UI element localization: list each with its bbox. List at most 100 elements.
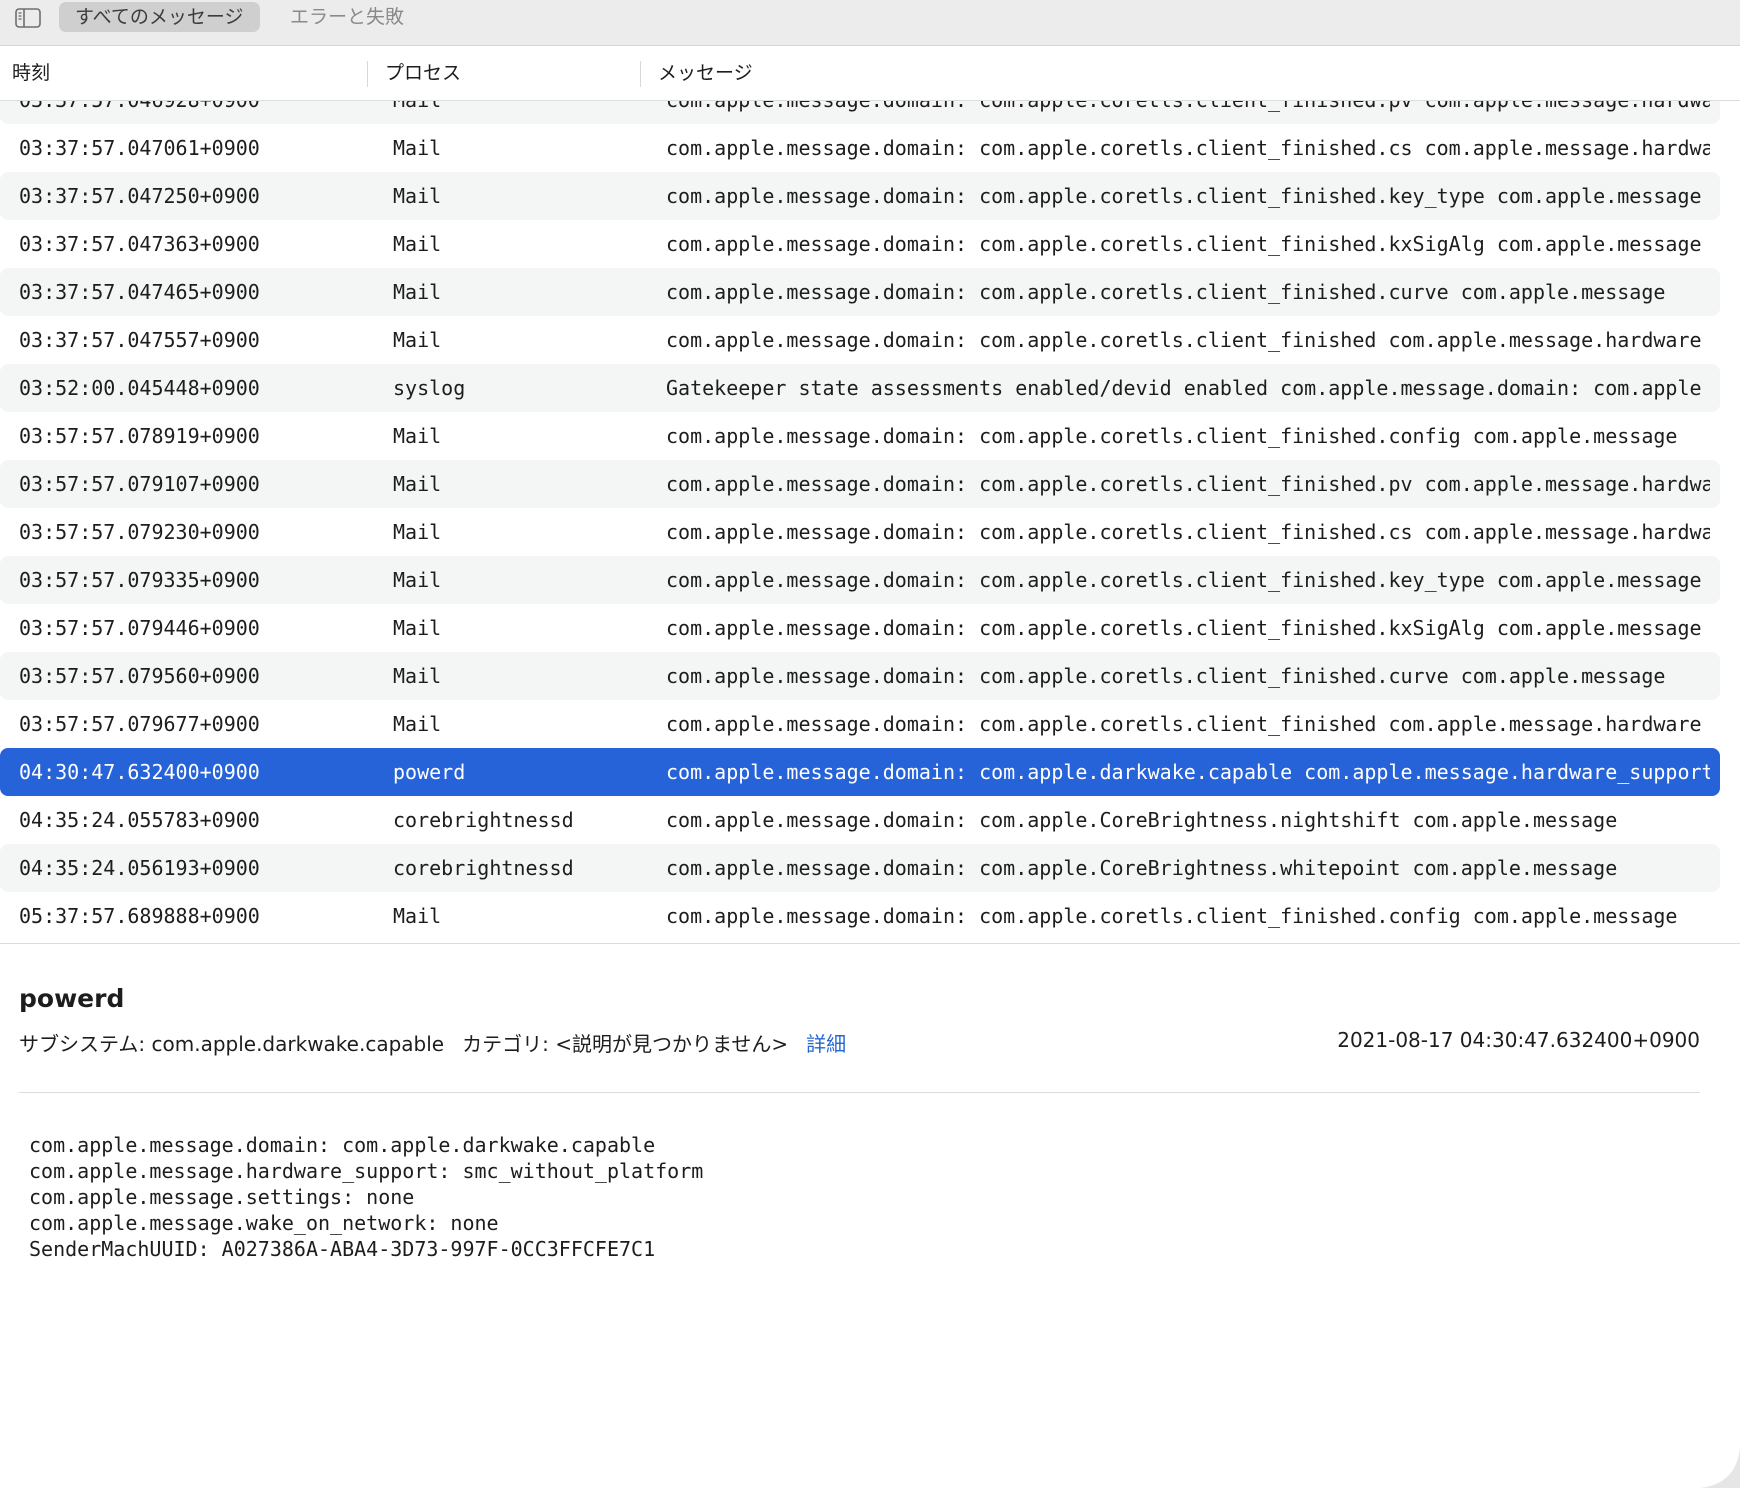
- detail-category: カテゴリ: <説明が見つかりません>: [462, 1032, 789, 1056]
- console-window: すべてのメッセージ エラーと失敗 時刻 プロセス メッセージ 03:37:57.…: [0, 0, 1740, 1488]
- row-message: com.apple.message.domain: com.apple.Core…: [666, 808, 1618, 832]
- row-process: Mail: [393, 472, 442, 496]
- row-message: com.apple.message.domain: com.apple.core…: [666, 664, 1666, 688]
- row-process: Mail: [393, 712, 442, 736]
- table-row[interactable]: 03:57:57.078919+0900 Mail com.apple.messag…: [0, 412, 1720, 460]
- detail-body-line: SenderMachUUID: A027386A-ABA4-3D73-997F-…: [29, 1237, 656, 1261]
- table-row[interactable]: 05:37:57.689888+0900 Mail com.apple.messag…: [0, 892, 1720, 940]
- column-header-time[interactable]: 時刻: [12, 47, 50, 100]
- row-time: 03:37:57.046928+0900: [19, 101, 369, 124]
- detail-body-line: com.apple.message.wake_on_network: none: [29, 1211, 499, 1235]
- table-row[interactable]: 03:57:57.079107+0900 Mail com.apple.messag…: [0, 460, 1720, 508]
- row-message: com.apple.message.domain: com.apple.core…: [666, 232, 1702, 256]
- row-time: 04:35:24.056193+0900: [19, 856, 260, 880]
- row-time: 04:30:47.632400+0900: [19, 760, 260, 784]
- table-row[interactable]: 03:37:57.046928+0900 Mail com.apple.messag…: [0, 101, 1720, 124]
- table-row[interactable]: 03:52:00.045448+0900 syslog Gatekeeper sta…: [0, 364, 1720, 412]
- tab-all-messages[interactable]: すべてのメッセージ: [59, 2, 260, 32]
- column-divider[interactable]: [640, 61, 641, 87]
- row-time: 03:37:57.047465+0900: [19, 280, 260, 304]
- toolbar: すべてのメッセージ エラーと失敗: [0, 0, 1740, 46]
- row-time: 05:37:57.689888+0900: [19, 904, 260, 928]
- row-process: Mail: [393, 101, 643, 124]
- row-process: Mail: [393, 328, 442, 352]
- log-rows: 03:37:57.046928+0900 Mail com.apple.messag…: [0, 101, 1740, 940]
- row-process: syslog: [393, 376, 466, 400]
- row-message: com.apple.message.domain: com.apple.core…: [666, 424, 1678, 448]
- detail-body-line: com.apple.message.domain: com.apple.dark…: [29, 1133, 656, 1157]
- row-message: com.apple.message.domain: com.apple.dark…: [666, 760, 1710, 784]
- row-time: 03:37:57.047557+0900: [19, 328, 260, 352]
- detail-timestamp: 2021-08-17 04:30:47.632400+0900: [1337, 1028, 1700, 1052]
- row-time: 03:57:57.078919+0900: [19, 424, 260, 448]
- row-message: com.apple.message.domain: com.apple.core…: [666, 136, 1710, 160]
- detail-meta: サブシステム: com.apple.darkwake.capable カテゴリ: …: [19, 1028, 846, 1057]
- window-corner-icon: [1700, 1448, 1740, 1488]
- details-link[interactable]: 詳細: [806, 1032, 846, 1056]
- detail-body-line: com.apple.message.hardware_support: smc_…: [29, 1159, 704, 1183]
- table-row[interactable]: 03:37:57.047465+0900 Mail com.apple.messag…: [0, 268, 1720, 316]
- row-time: 03:37:57.047363+0900: [19, 232, 260, 256]
- row-process: Mail: [393, 616, 442, 640]
- row-message: com.apple.message.domain: com.apple.core…: [666, 328, 1702, 352]
- sidebar-toggle-icon: [15, 8, 41, 28]
- detail-message-body: com.apple.message.domain: com.apple.dark…: [29, 1132, 703, 1262]
- column-divider[interactable]: [367, 61, 368, 87]
- row-time: 03:52:00.045448+0900: [19, 376, 260, 400]
- column-header: 時刻 プロセス メッセージ: [0, 47, 1740, 101]
- row-process: Mail: [393, 136, 442, 160]
- table-row[interactable]: 03:37:57.047363+0900 Mail com.apple.messag…: [0, 220, 1720, 268]
- row-process: corebrightnessd: [393, 856, 574, 880]
- row-message: com.apple.message.domain: com.apple.core…: [666, 568, 1702, 592]
- table-row[interactable]: 04:35:24.056193+0900 corebrightnessd com.a…: [0, 844, 1720, 892]
- log-table: 03:37:57.046928+0900 Mail com.apple.messag…: [0, 101, 1740, 943]
- detail-subsystem: サブシステム: com.apple.darkwake.capable: [19, 1032, 445, 1056]
- row-process: Mail: [393, 424, 442, 448]
- detail-pane: powerd サブシステム: com.apple.darkwake.capabl…: [0, 944, 1740, 1488]
- row-process: powerd: [393, 760, 466, 784]
- detail-process-name: powerd: [19, 984, 125, 1013]
- row-message: com.apple.message.domain: com.apple.core…: [666, 280, 1666, 304]
- column-header-message[interactable]: メッセージ: [658, 47, 753, 100]
- row-message: com.apple.message.domain: com.apple.core…: [666, 520, 1710, 544]
- row-message: com.apple.message.domain: com.apple.core…: [666, 712, 1702, 736]
- table-row[interactable]: 03:57:57.079335+0900 Mail com.apple.messag…: [0, 556, 1720, 604]
- row-time: 04:35:24.055783+0900: [19, 808, 260, 832]
- column-header-process[interactable]: プロセス: [385, 47, 461, 100]
- table-row[interactable]: 03:57:57.079446+0900 Mail com.apple.messag…: [0, 604, 1720, 652]
- row-message: com.apple.message.domain: com.apple.core…: [666, 101, 1710, 124]
- row-time: 03:37:57.047250+0900: [19, 184, 260, 208]
- row-time: 03:57:57.079446+0900: [19, 616, 260, 640]
- row-process: Mail: [393, 232, 442, 256]
- detail-separator: [19, 1092, 1700, 1093]
- row-time: 03:57:57.079335+0900: [19, 568, 260, 592]
- row-process: Mail: [393, 904, 442, 928]
- row-time: 03:57:57.079677+0900: [19, 712, 260, 736]
- table-row[interactable]: 03:37:57.047250+0900 Mail com.apple.messag…: [0, 172, 1720, 220]
- table-row[interactable]: 03:57:57.079230+0900 Mail com.apple.messag…: [0, 508, 1720, 556]
- row-process: corebrightnessd: [393, 808, 574, 832]
- row-process: Mail: [393, 184, 442, 208]
- table-row[interactable]: 03:57:57.079560+0900 Mail com.apple.messag…: [0, 652, 1720, 700]
- row-process: Mail: [393, 568, 442, 592]
- row-time: 03:37:57.047061+0900: [19, 136, 260, 160]
- row-message: com.apple.message.domain: com.apple.Core…: [666, 856, 1618, 880]
- table-row[interactable]: 04:35:24.055783+0900 corebrightnessd com.a…: [0, 796, 1720, 844]
- row-time: 03:57:57.079560+0900: [19, 664, 260, 688]
- detail-body-line: com.apple.message.settings: none: [29, 1185, 415, 1209]
- row-message: com.apple.message.domain: com.apple.core…: [666, 904, 1678, 928]
- row-message: com.apple.message.domain: com.apple.core…: [666, 472, 1710, 496]
- row-time: 03:57:57.079230+0900: [19, 520, 260, 544]
- row-process: Mail: [393, 664, 442, 688]
- sidebar-toggle-button[interactable]: [14, 8, 42, 28]
- table-row[interactable]: 03:37:57.047557+0900 Mail com.apple.messag…: [0, 316, 1720, 364]
- row-process: Mail: [393, 520, 442, 544]
- table-row[interactable]: 03:57:57.079677+0900 Mail com.apple.messag…: [0, 700, 1720, 748]
- table-row[interactable]: 03:37:57.047061+0900 Mail com.apple.messag…: [0, 124, 1720, 172]
- row-time: 03:57:57.079107+0900: [19, 472, 260, 496]
- row-message: com.apple.message.domain: com.apple.core…: [666, 616, 1702, 640]
- tab-errors-and-faults[interactable]: エラーと失敗: [274, 2, 420, 32]
- row-process: Mail: [393, 280, 442, 304]
- table-row-selected[interactable]: 04:30:47.632400+0900 powerd com.apple.mess…: [0, 748, 1720, 796]
- row-message: Gatekeeper state assessments enabled/dev…: [666, 376, 1702, 400]
